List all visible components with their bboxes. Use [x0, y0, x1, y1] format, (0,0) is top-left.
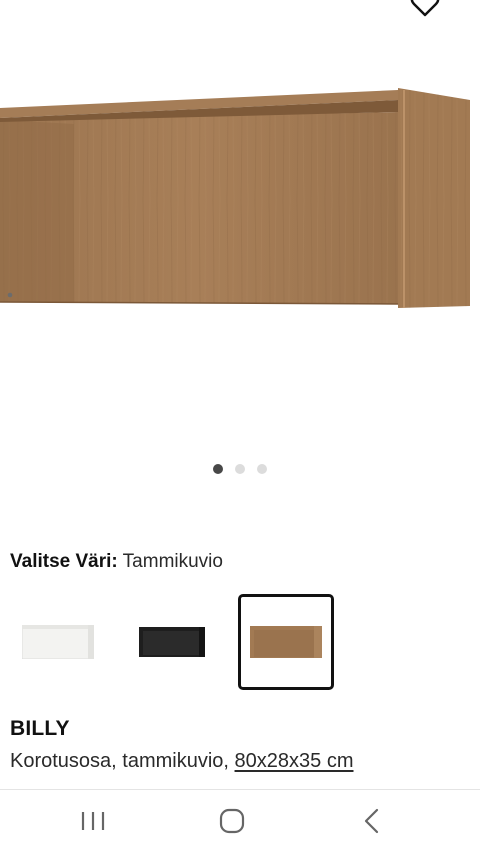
- heart-icon: [410, 0, 440, 17]
- product-description: Korotusosa, tammikuvio, 80x28x35 cm: [10, 750, 354, 773]
- black-shelf-thumbnail: [139, 627, 205, 657]
- back-button[interactable]: [352, 806, 392, 836]
- oak-swatch[interactable]: [238, 594, 334, 690]
- home-icon: [219, 808, 245, 834]
- home-button[interactable]: [212, 806, 252, 836]
- white-shelf-thumbnail: [22, 625, 94, 659]
- black-swatch[interactable]: [124, 594, 220, 690]
- product-name: BILLY: [10, 717, 70, 740]
- selected-color-value: Tammikuvio: [122, 551, 223, 572]
- recent-apps-icon: [81, 812, 105, 830]
- carousel-dot[interactable]: [213, 464, 223, 474]
- favorite-button[interactable]: [410, 0, 440, 18]
- color-swatches: [10, 594, 334, 690]
- oak-shelf-thumbnail: [250, 626, 322, 658]
- back-icon: [364, 808, 379, 834]
- color-label: Valitse Väri:: [10, 551, 118, 572]
- recent-apps-button[interactable]: [73, 806, 113, 836]
- carousel-dot[interactable]: [235, 464, 245, 474]
- carousel-indicator: [0, 464, 480, 474]
- system-navigation-bar: [0, 789, 480, 854]
- product-description-text: Korotusosa, tammikuvio,: [10, 750, 235, 772]
- carousel-dot[interactable]: [257, 464, 267, 474]
- product-image: [0, 88, 470, 308]
- color-selector-label: Valitse Väri: Tammikuvio: [10, 551, 223, 573]
- white-swatch[interactable]: [10, 594, 106, 690]
- product-dimensions-link[interactable]: 80x28x35 cm: [235, 750, 354, 772]
